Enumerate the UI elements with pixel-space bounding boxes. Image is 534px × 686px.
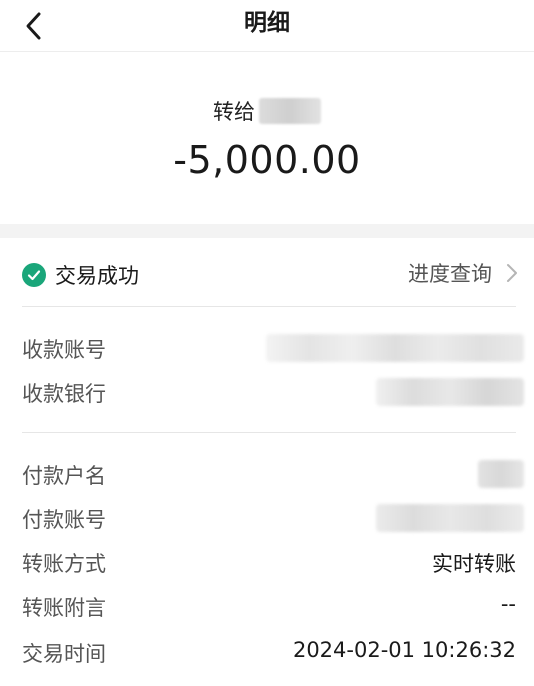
progress-query-link[interactable]: 进度查询 <box>408 258 518 288</box>
payee-bank-redacted <box>376 378 524 406</box>
transfer-summary: 转给 -5,000.00 <box>0 52 534 224</box>
section-separator <box>0 224 534 238</box>
transfer-note-value: -- <box>500 592 516 616</box>
transfer-method-value: 实时转账 <box>432 552 516 576</box>
status-row: 交易成功 进度查询 <box>0 238 534 306</box>
recipient-prefix: 转给 <box>213 100 255 124</box>
transaction-time-label: 交易时间 <box>22 642 106 666</box>
transfer-note-row: 转账附言 -- <box>0 584 534 628</box>
transfer-method-row: 转账方式 实时转账 <box>0 540 534 584</box>
payer-account-row: 付款账号 <box>0 496 534 540</box>
divider <box>22 432 516 433</box>
status-text: 交易成功 <box>55 264 139 288</box>
transfer-note-label: 转账附言 <box>22 596 106 620</box>
payer-account-label: 付款账号 <box>22 508 106 532</box>
payer-account-redacted <box>376 504 524 532</box>
payee-bank-row: 收款银行 <box>0 370 534 414</box>
recipient-line: 转给 <box>0 96 534 126</box>
page-title: 明细 <box>244 10 290 36</box>
status-indicator: 交易成功 <box>22 260 139 290</box>
divider <box>22 306 516 307</box>
transaction-time-value: 2024-02-01 10:26:32 <box>292 638 516 662</box>
progress-query-label: 进度查询 <box>408 262 492 286</box>
check-circle-icon <box>22 263 46 287</box>
chevron-right-icon <box>507 264 517 282</box>
payer-name-redacted <box>478 460 524 488</box>
payee-account-redacted <box>266 334 524 362</box>
recipient-name-redacted <box>259 98 321 124</box>
payer-name-label: 付款户名 <box>22 464 106 488</box>
payee-account-row: 收款账号 <box>0 326 534 370</box>
transaction-time-row: 交易时间 2024-02-01 10:26:32 <box>0 630 534 674</box>
payee-account-label: 收款账号 <box>22 338 106 362</box>
transfer-method-label: 转账方式 <box>22 552 106 576</box>
transfer-amount: -5,000.00 <box>173 138 361 182</box>
payer-name-row: 付款户名 <box>0 452 534 496</box>
payee-bank-label: 收款银行 <box>22 382 106 406</box>
nav-header: 明细 <box>0 0 534 52</box>
